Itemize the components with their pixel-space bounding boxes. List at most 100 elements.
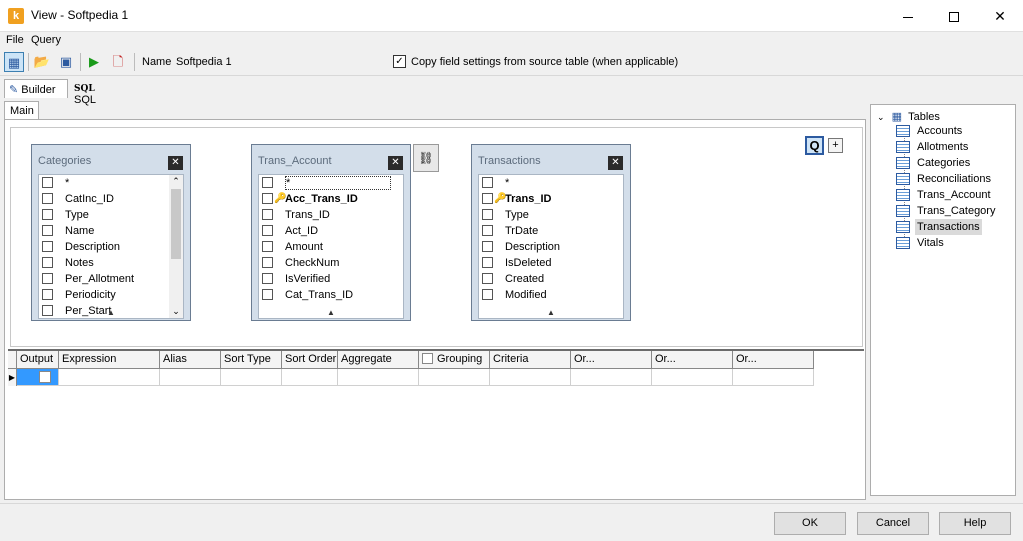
field-checkbox[interactable] [482,225,493,236]
field-row-primary-key[interactable]: 🔑 Acc_Trans_ID [259,191,403,207]
table-window-close-button[interactable]: ✕ [388,156,403,170]
field-list-scrollbar[interactable]: ⌃ ⌄ [169,175,183,318]
tab-builder[interactable]: ✎ Builder [4,79,68,98]
table-window-trans-account[interactable]: Trans_Account ✕ * 🔑 Acc_Trans_ID Trans_ID… [251,144,411,321]
column-header-aggregate[interactable]: Aggregate [338,351,419,369]
close-button[interactable]: ✕ [977,0,1023,32]
maximize-button[interactable] [931,0,977,32]
cancel-button[interactable]: Cancel [857,512,929,535]
field-checkbox[interactable] [262,273,273,284]
tree-item-trans-account[interactable]: Trans_Account [896,187,993,203]
column-header-alias[interactable]: Alias [160,351,221,369]
column-header-criteria[interactable]: Criteria [490,351,571,369]
field-row[interactable]: Act_ID [259,223,403,239]
field-row[interactable]: Notes [39,255,183,271]
collapse-icon[interactable]: ⌄ [877,112,885,122]
copy-field-settings-label[interactable]: Copy field settings from source table (w… [411,56,678,68]
output-checkbox[interactable] [39,371,51,383]
add-table-button[interactable]: + [828,138,843,153]
table-window-resize-icon[interactable]: ▲ [472,308,630,318]
or-cell[interactable] [652,369,733,386]
minimize-button[interactable] [885,0,931,32]
copy-field-settings-checkbox[interactable]: ✓ [393,55,406,68]
field-row[interactable]: * [39,175,183,191]
field-checkbox[interactable] [482,209,493,220]
field-checkbox[interactable] [42,209,53,220]
alias-cell[interactable] [160,369,221,386]
run-button[interactable]: ▶ [84,52,104,72]
table-window-categories[interactable]: Categories ✕ * CatInc_ID Type Name Descr… [31,144,191,321]
field-checkbox[interactable] [482,193,493,204]
tree-item-transactions[interactable]: Transactions [896,219,982,235]
field-checkbox[interactable] [262,241,273,252]
field-checkbox[interactable] [262,289,273,300]
scrollbar-thumb[interactable] [171,189,181,259]
output-cell[interactable] [17,369,59,386]
column-header-output[interactable]: Output [17,351,59,369]
field-checkbox[interactable] [482,273,493,284]
save-button[interactable]: ▣ [56,52,76,72]
tree-item-categories[interactable]: Categories [896,155,972,171]
field-row[interactable]: Modified [479,287,623,303]
or-cell[interactable] [733,369,814,386]
table-window-resize-icon[interactable]: ▲ [252,308,410,318]
grouping-cell[interactable] [419,369,490,386]
field-checkbox[interactable] [262,209,273,220]
sort-type-cell[interactable] [221,369,282,386]
table-window-close-button[interactable]: ✕ [608,156,623,170]
field-checkbox[interactable] [482,177,493,188]
column-header-or-1[interactable]: Or... [571,351,652,369]
field-row[interactable]: CatInc_ID [39,191,183,207]
field-row[interactable]: IsVerified [259,271,403,287]
field-row[interactable]: * [479,175,623,191]
table-window-title[interactable]: Categories [32,145,190,173]
field-checkbox[interactable] [42,225,53,236]
field-row[interactable]: Type [479,207,623,223]
open-button[interactable]: 📂 [32,52,52,72]
field-row[interactable]: Trans_ID [259,207,403,223]
column-header-or-3[interactable]: Or... [733,351,814,369]
criteria-cell[interactable] [490,369,571,386]
field-checkbox[interactable] [262,177,273,188]
field-row[interactable]: Description [479,239,623,255]
field-checkbox[interactable] [482,257,493,268]
field-row[interactable]: Periodicity [39,287,183,303]
field-row[interactable]: Amount [259,239,403,255]
field-checkbox[interactable] [42,273,53,284]
table-window-title[interactable]: Transactions [472,145,630,173]
column-header-sort-order[interactable]: Sort Order [282,351,338,369]
table-window-title[interactable]: Trans_Account [252,145,410,173]
aggregate-cell[interactable] [338,369,419,386]
sort-order-cell[interactable] [282,369,338,386]
help-button[interactable]: Help [939,512,1011,535]
field-checkbox[interactable] [262,257,273,268]
or-cell[interactable] [571,369,652,386]
query-properties-button[interactable]: Q [805,136,824,155]
tree-item-trans-category[interactable]: Trans_Category [896,203,997,219]
field-checkbox[interactable] [482,289,493,300]
tab-main[interactable]: Main [4,101,39,120]
grouping-checkbox[interactable] [422,353,433,364]
clear-button[interactable]: 🗋 [108,52,128,72]
column-header-sort-type[interactable]: Sort Type [221,351,282,369]
name-value[interactable]: Softpedia 1 [176,56,232,68]
ok-button[interactable]: OK [774,512,846,535]
field-row[interactable]: Cat_Trans_ID [259,287,403,303]
tab-sql[interactable]: SQL SQL [70,79,118,106]
menu-file[interactable]: File [6,34,24,46]
table-window-transactions[interactable]: Transactions ✕ * 🔑 Trans_ID Type TrDate D… [471,144,631,321]
field-checkbox[interactable] [262,193,273,204]
field-checkbox[interactable] [42,241,53,252]
table-list-button[interactable]: ▦ [4,52,24,72]
link-icon[interactable]: ⛓ [413,144,439,172]
expression-cell[interactable] [59,369,160,386]
field-checkbox[interactable] [262,225,273,236]
field-row[interactable]: Name [39,223,183,239]
field-row[interactable]: * [259,175,403,191]
tree-item-reconciliations[interactable]: Reconciliations [896,171,993,187]
tree-item-accounts[interactable]: Accounts [896,123,964,139]
field-checkbox[interactable] [42,193,53,204]
field-checkbox[interactable] [42,289,53,300]
field-row[interactable]: TrDate [479,223,623,239]
field-row[interactable]: Description [39,239,183,255]
